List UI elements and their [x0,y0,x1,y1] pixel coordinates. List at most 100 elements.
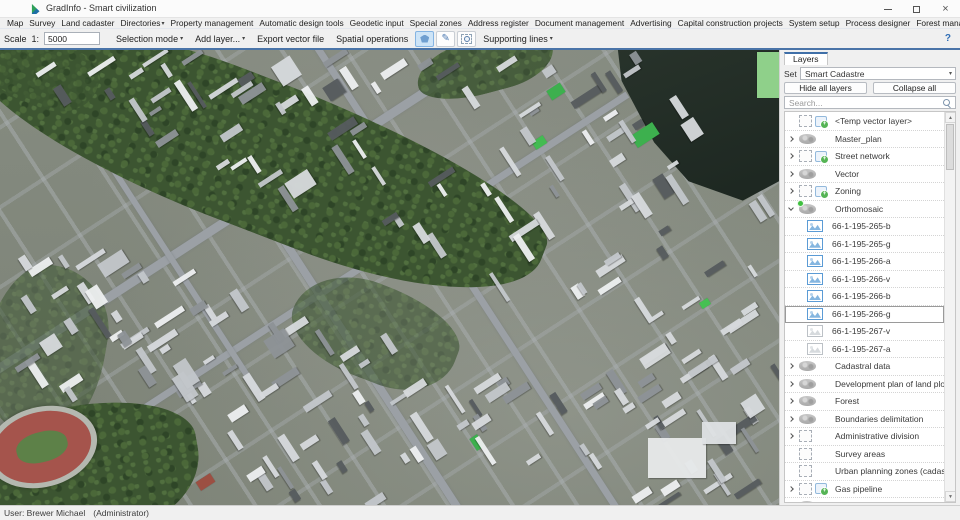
menu-item-system-setup[interactable]: System setup [786,18,843,28]
layer-tree-item-administrative-division[interactable]: Administrative division [785,428,944,446]
map-viewport[interactable] [0,50,779,505]
maximize-button[interactable] [902,0,931,18]
supporting-lines-button[interactable]: Supporting lines ▾ [477,31,559,47]
layer-tree-item-survey-areas[interactable]: Survey areas [785,446,944,463]
layer-tree-item-master-plan[interactable]: Master_plan [785,131,944,148]
close-button[interactable]: × [931,0,960,18]
layer-tree-item-boundaries-delimitation[interactable]: Boundaries delimitation [785,411,944,428]
layer-tree-item-66-1-195-265-g[interactable]: 66-1-195-265-g [785,236,944,253]
raster-icon[interactable] [799,413,816,424]
layer-tree-item-urban-planning-zones-cadastral[interactable]: Urban planning zones (cadastral) [785,463,944,481]
search-input[interactable] [785,97,955,108]
chevron-right-icon[interactable] [788,363,794,370]
menu-item-advertising[interactable]: Advertising [627,18,674,28]
menu-item-capital-construction-projects[interactable]: Capital construction projects [675,18,786,28]
raster-icon[interactable] [799,361,816,372]
collapse-all-button[interactable]: Collapse all [873,82,956,94]
menu-item-process-designer[interactable]: Process designer [843,18,914,28]
layer-tree-item-66-1-195-266-a[interactable]: 66-1-195-266-a [785,253,944,271]
layer-tree-item-66-1-195-266-v[interactable]: 66-1-195-266-v [785,271,944,288]
scale-input[interactable] [44,32,101,45]
layer-tree-item-development-plan-of-land-plot[interactable]: Development plan of land plot [785,376,944,393]
image-icon[interactable] [807,272,823,285]
menu-item-forest-management[interactable]: Forest management [913,18,960,28]
chevron-down-icon[interactable] [788,204,794,211]
image-off-icon[interactable] [807,325,823,338]
menu-item-automatic-design-tools[interactable]: Automatic design tools [256,18,346,28]
edit-button[interactable]: ✎ [436,30,456,47]
dashed-box-icon[interactable] [799,150,812,163]
raster-icon[interactable] [799,396,816,407]
raster-icon[interactable] [799,133,816,144]
dashed-box-icon[interactable] [799,115,812,128]
layer-tree-item-vector[interactable]: Vector [785,166,944,183]
layer-tree-item-street-network[interactable]: Street network [785,148,944,166]
layer-tree-item-66-1-195-266-g[interactable]: 66-1-195-266-g [785,305,944,323]
layer-tree-item-66-1-195-266-b[interactable]: 66-1-195-266-b [785,288,944,306]
raster-icon[interactable] [799,168,816,179]
dashed-box-icon[interactable] [799,447,812,460]
layer-tree-item-66-1-195-267-v[interactable]: 66-1-195-267-v [785,323,944,341]
chevron-right-icon[interactable] [788,415,794,422]
menu-item-address-register[interactable]: Address register [465,18,532,28]
layer-tree-item-gas-pipeline[interactable]: Gas pipeline [785,481,944,498]
chevron-right-icon[interactable] [788,398,794,405]
layer-tree-item-temp-vector-layer[interactable]: <Temp vector layer> [785,113,944,131]
chevron-right-icon[interactable] [788,153,794,160]
dashed-box-icon[interactable] [799,482,812,495]
chevron-right-icon[interactable] [788,188,794,195]
dashed-box-icon[interactable] [799,185,812,198]
help-button[interactable]: ? [945,33,951,44]
image-icon[interactable] [807,237,823,250]
zoom-to-selection-button[interactable] [457,30,477,47]
raster-icon[interactable] [799,501,816,502]
selection-mode-button[interactable]: Selection mode ▾ [110,31,189,47]
vector-add-icon[interactable] [815,483,829,497]
raster-active-icon[interactable] [797,199,816,214]
image-icon[interactable] [807,290,823,303]
layer-tree-item-zoning[interactable]: Zoning [785,183,944,201]
layer-tree-item-cadastral-data[interactable]: Cadastral data [785,358,944,376]
tree-scrollbar[interactable]: ▲ ▼ [944,112,955,502]
hide-all-layers-button[interactable]: Hide all layers [784,82,867,94]
menu-item-document-management[interactable]: Document management [532,18,627,28]
chevron-right-icon[interactable] [788,433,794,440]
image-off-icon[interactable] [807,342,823,355]
export-vector-file-button[interactable]: Export vector file [251,31,330,47]
tab-layers[interactable]: Layers [784,52,828,65]
vector-add-icon[interactable] [815,150,829,164]
menu-item-property-management[interactable]: Property management [168,18,257,28]
scroll-down-icon[interactable]: ▼ [945,491,955,502]
layer-tree-item-66-1-195-267-a[interactable]: 66-1-195-267-a [785,341,944,358]
image-icon[interactable] [807,255,823,268]
layer-tree-item-forest[interactable]: Forest [785,393,944,411]
menu-item-map[interactable]: Map [4,18,26,28]
layer-tree-item[interactable] [785,498,944,502]
scroll-up-icon[interactable]: ▲ [945,112,955,123]
layer-set-select[interactable]: Smart Cadastre ▾ [800,67,956,80]
image-icon[interactable] [807,220,823,233]
raster-icon[interactable] [799,378,816,389]
dashed-box-icon[interactable] [799,465,812,478]
menu-item-survey[interactable]: Survey [26,18,58,28]
chevron-right-icon[interactable] [788,485,794,492]
chevron-right-icon[interactable] [788,135,794,142]
spatial-operations-button[interactable]: Spatial operations [330,31,414,47]
layer-tree-item-66-1-195-265-b[interactable]: 66-1-195-265-b [785,218,944,236]
dashed-box-icon[interactable] [799,430,812,443]
vector-add-icon[interactable] [815,115,829,129]
menu-item-special-zones[interactable]: Special zones [407,18,465,28]
layer-label: 66-1-195-265-b [832,221,891,232]
menu-item-geodetic-input[interactable]: Geodetic input [347,18,407,28]
layer-tree-item-orthomosaic[interactable]: Orthomosaic [785,199,944,218]
menu-item-land-cadaster[interactable]: Land cadaster [58,18,117,28]
add-layer-button[interactable]: Add layer... ▾ [189,31,251,47]
chevron-right-icon[interactable] [788,170,794,177]
area-select-button[interactable] [415,30,435,47]
scrollbar-thumb[interactable] [946,124,954,170]
minimize-button[interactable] [873,0,902,18]
chevron-right-icon[interactable] [788,380,794,387]
image-icon[interactable] [807,307,823,320]
menu-item-directories[interactable]: Directories▾ [117,18,167,28]
vector-add-icon[interactable] [815,185,829,199]
